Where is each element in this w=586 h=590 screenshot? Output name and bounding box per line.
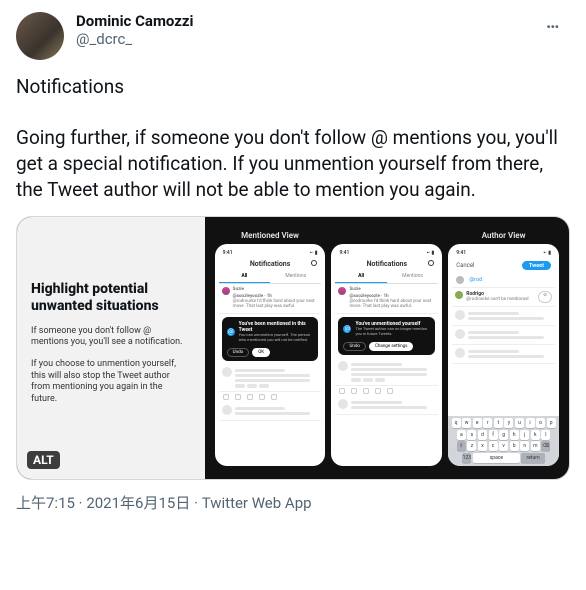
ok-button: OK xyxy=(252,348,270,357)
display-name: Dominic Camozzi xyxy=(76,12,546,30)
phones-panel: Mentioned View 9:41 ▪▫ ▮ Notifications Al… xyxy=(205,217,569,479)
gear-icon xyxy=(428,260,434,266)
column-label xyxy=(386,231,388,240)
tab-all: All xyxy=(219,270,270,283)
tweet-time[interactable]: 上午7:15 xyxy=(16,494,75,512)
at-icon: @ xyxy=(227,328,235,336)
user-block[interactable]: Dominic Camozzi @_dcrc_ xyxy=(76,12,546,48)
screen-title: Notifications xyxy=(250,260,290,268)
cancel-button: Cancel xyxy=(456,262,474,269)
unmention-banner: @You've unmentioned yourselfThe Tweet au… xyxy=(338,317,435,356)
compose-mention: @rod xyxy=(467,277,482,283)
tab-mentions: Mentions xyxy=(270,270,321,283)
promo-panel: Highlight potential unwanted situations … xyxy=(17,217,205,479)
phone-mockup: 9:41 ▪▫ ▮ Notifications AllMentions Suzie… xyxy=(215,244,326,466)
tweet-meta: 上午7:152021年6月15日Twitter Web App xyxy=(16,492,570,513)
more-icon[interactable]: … xyxy=(546,12,570,33)
sample-avatar xyxy=(222,287,230,295)
tweet-date[interactable]: 2021年6月15日 xyxy=(75,494,190,512)
tweet-button: Tweet xyxy=(522,261,551,270)
status-signal-icon: ▪▫ ▮ xyxy=(310,250,318,256)
key-123: 123 xyxy=(462,453,471,463)
promo-paragraph: If someone you don't follow @ mentions y… xyxy=(31,326,191,349)
blocked-pill: ⊘ xyxy=(538,291,552,302)
at-icon: @ xyxy=(343,325,351,333)
gear-icon xyxy=(311,260,317,266)
column-label: Mentioned View xyxy=(241,231,299,240)
phone-column-mentioned-1: Mentioned View 9:41 ▪▫ ▮ Notifications Al… xyxy=(215,231,326,466)
phone-mockup: 9:41▪▫ ▮ Notifications AllMentions Suzie… xyxy=(331,244,442,466)
column-label: Author View xyxy=(482,231,526,240)
phone-column-mentioned-2: 9:41▪▫ ▮ Notifications AllMentions Suzie… xyxy=(331,231,442,466)
phone-column-author: Author View 9:41▪▫ ▮ CancelTweet @rod Ro… xyxy=(448,231,559,466)
alt-badge[interactable]: ALT xyxy=(27,451,60,469)
media-card[interactable]: Highlight potential unwanted situations … xyxy=(16,216,570,480)
promo-paragraph: If you choose to unmention yourself, thi… xyxy=(31,359,191,406)
key-space: space xyxy=(473,453,520,463)
phone-mockup: 9:41▪▫ ▮ CancelTweet @rod Rodrigo@rodrou… xyxy=(448,244,559,466)
notification-row: Suzie @soozleyoozle · 1h@rodrourke I'd t… xyxy=(219,284,322,314)
user-handle: @_dcrc_ xyxy=(76,30,546,48)
tweet-source[interactable]: Twitter Web App xyxy=(190,494,311,512)
mention-banner: @You've been mentioned in this TweetYou … xyxy=(222,317,319,362)
tweet-header: Dominic Camozzi @_dcrc_ … xyxy=(16,12,570,60)
key-return: return xyxy=(521,453,544,463)
status-time: 9:41 xyxy=(223,250,233,256)
undo-button: Undo xyxy=(343,342,366,351)
keyboard: qwertyuiop asdfghjkl ⇧zxcvbnm⌫ 123 space… xyxy=(448,416,559,466)
tweet-text: Notifications Going further, if someone … xyxy=(16,74,570,202)
promo-heading: Highlight potential unwanted situations xyxy=(31,281,191,316)
tweet-container: Dominic Camozzi @_dcrc_ … Notifications … xyxy=(0,0,586,525)
avatar[interactable] xyxy=(16,12,64,60)
undo-button: Undo xyxy=(227,348,250,357)
change-settings-button: Change settings xyxy=(369,342,413,351)
